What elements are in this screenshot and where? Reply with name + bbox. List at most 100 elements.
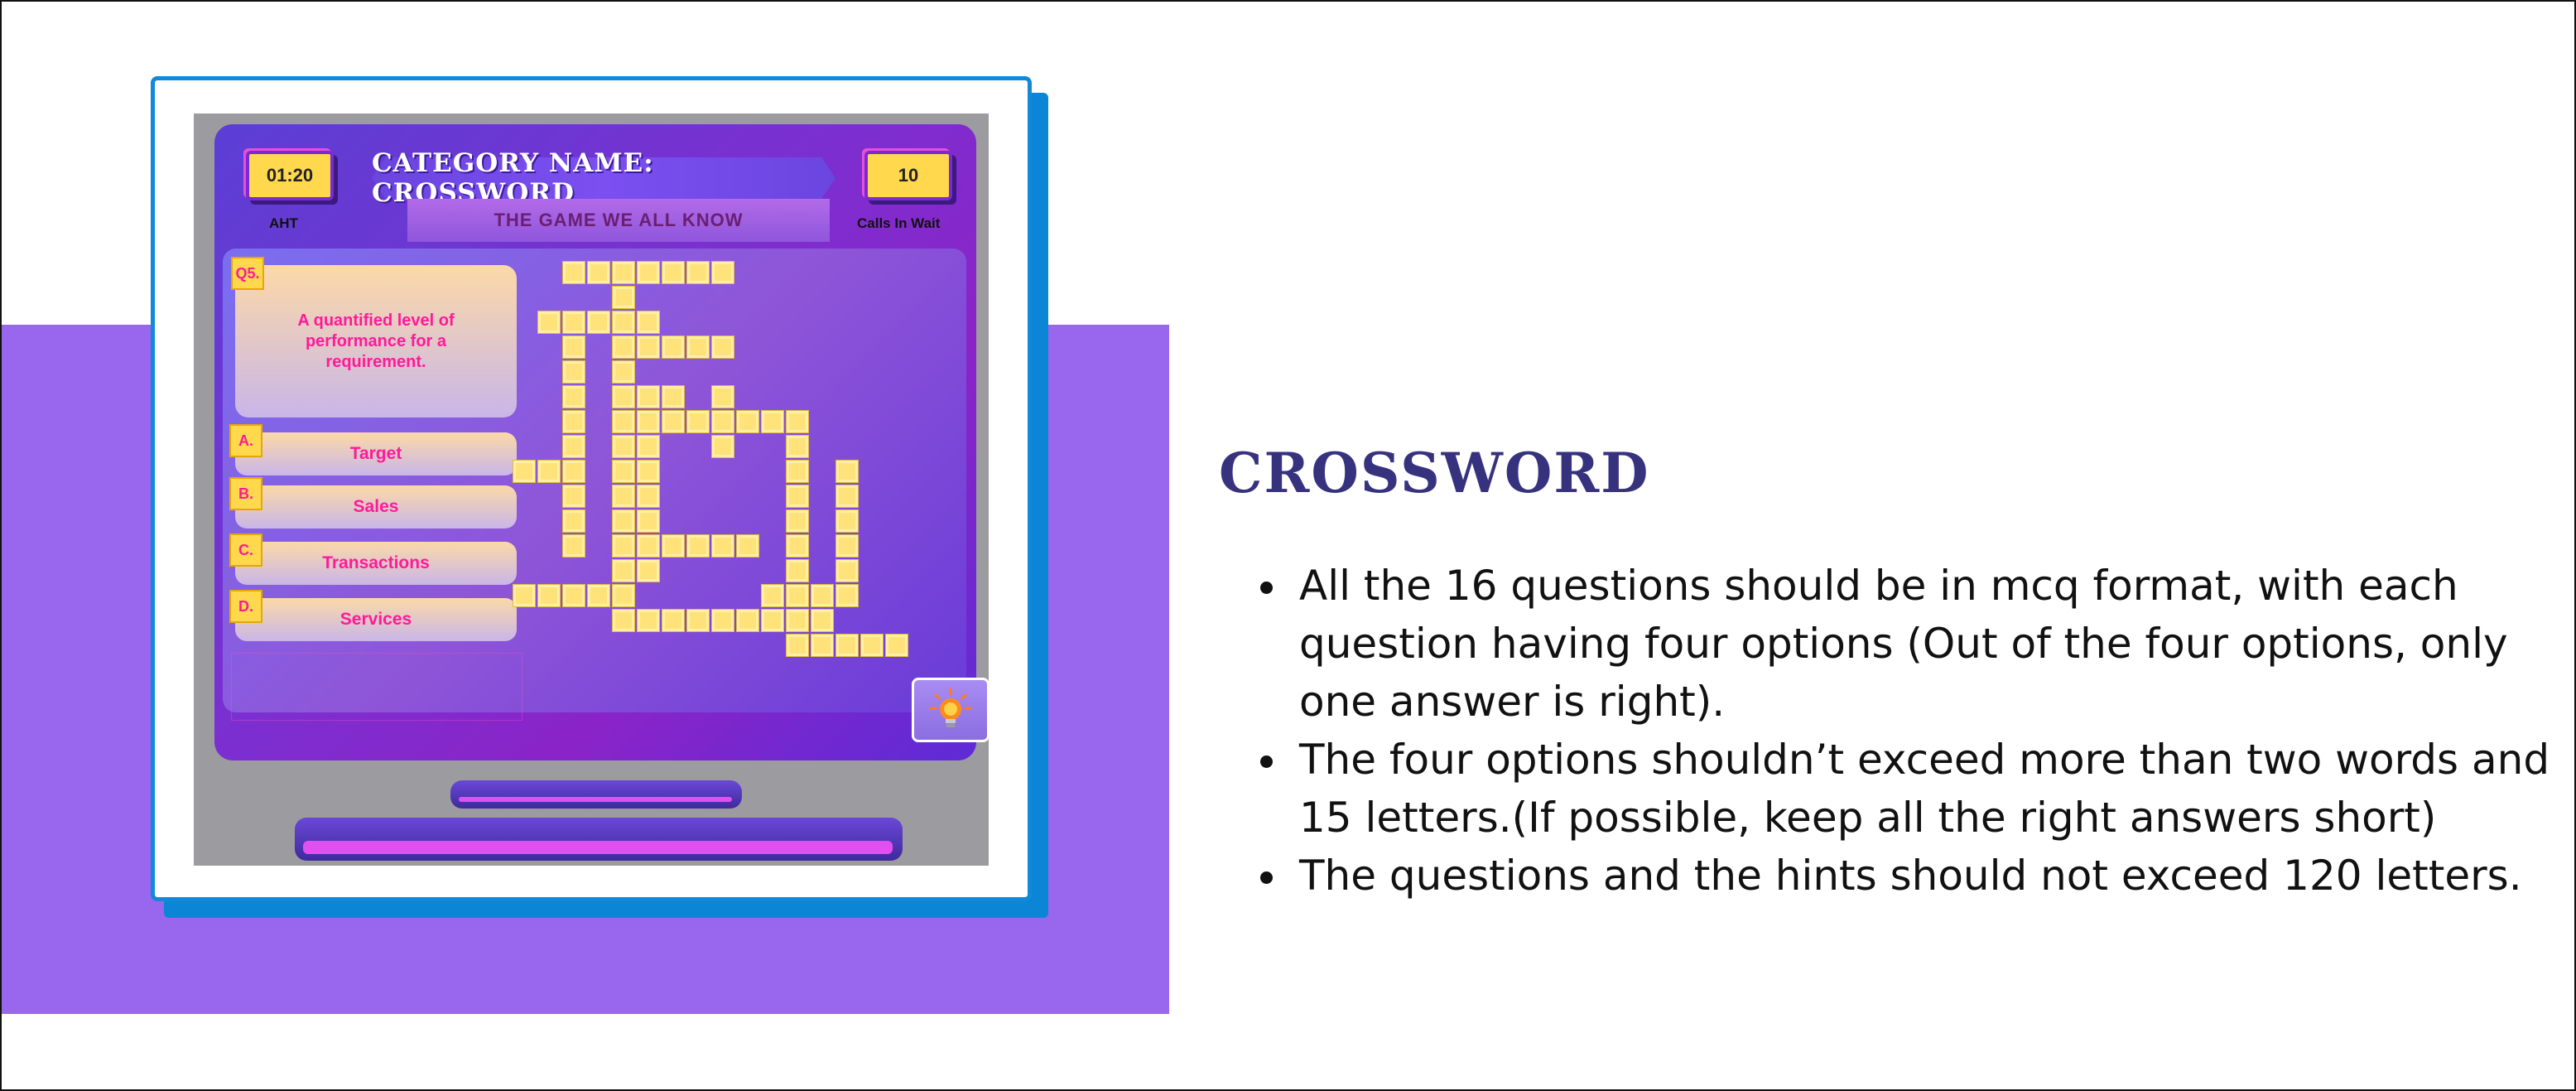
- crossword-cell[interactable]: [711, 336, 734, 359]
- crossword-cell[interactable]: [835, 584, 859, 607]
- crossword-cell[interactable]: [612, 559, 635, 582]
- crossword-cell[interactable]: [835, 534, 859, 558]
- crossword-cell[interactable]: [513, 460, 536, 483]
- crossword-cell[interactable]: [786, 559, 809, 582]
- crossword-cell[interactable]: [612, 460, 635, 483]
- crossword-cell[interactable]: [562, 311, 585, 334]
- crossword-cell[interactable]: [686, 534, 710, 558]
- crossword-cell[interactable]: [562, 261, 585, 284]
- crossword-cell[interactable]: [637, 336, 660, 359]
- crossword-cell[interactable]: [711, 385, 734, 408]
- crossword-cell[interactable]: [612, 435, 635, 458]
- crossword-cell[interactable]: [562, 460, 585, 483]
- crossword-cell[interactable]: [711, 435, 734, 458]
- crossword-cell[interactable]: [835, 460, 859, 483]
- hint-button[interactable]: [912, 678, 989, 742]
- crossword-cell[interactable]: [562, 385, 585, 408]
- crossword-cell[interactable]: [835, 634, 859, 657]
- crossword-cell[interactable]: [637, 410, 660, 433]
- crossword-cell[interactable]: [811, 634, 834, 657]
- crossword-cell[interactable]: [786, 509, 809, 533]
- crossword-cell[interactable]: [587, 311, 610, 334]
- crossword-cell[interactable]: [662, 534, 685, 558]
- crossword-cell[interactable]: [811, 609, 834, 632]
- crossword-cell[interactable]: [686, 336, 710, 359]
- crossword-cell[interactable]: [612, 609, 635, 632]
- crossword-cell[interactable]: [562, 534, 585, 558]
- crossword-cell[interactable]: [736, 410, 759, 433]
- crossword-cell[interactable]: [637, 485, 660, 508]
- crossword-cell[interactable]: [637, 609, 660, 632]
- crossword-cell[interactable]: [786, 460, 809, 483]
- crossword-cell[interactable]: [711, 534, 734, 558]
- section-heading: CROSSWORD: [1219, 441, 1650, 505]
- crossword-cell[interactable]: [637, 385, 660, 408]
- crossword-cell[interactable]: [612, 286, 635, 309]
- crossword-cell[interactable]: [662, 385, 685, 408]
- crossword-cell[interactable]: [612, 360, 635, 384]
- crossword-cell[interactable]: [686, 410, 710, 433]
- crossword-cell[interactable]: [736, 534, 759, 558]
- crossword-cell[interactable]: [885, 634, 908, 657]
- crossword-cell[interactable]: [562, 435, 585, 458]
- crossword-cell[interactable]: [835, 559, 859, 582]
- crossword-cell[interactable]: [562, 485, 585, 508]
- crossword-cell[interactable]: [786, 584, 809, 607]
- crossword-cell[interactable]: [612, 485, 635, 508]
- crossword-cell[interactable]: [761, 584, 784, 607]
- crossword-cell[interactable]: [786, 634, 809, 657]
- crossword-cell[interactable]: [637, 460, 660, 483]
- crossword-cell[interactable]: [662, 609, 685, 632]
- crossword-cell[interactable]: [686, 609, 710, 632]
- crossword-cell[interactable]: [786, 435, 809, 458]
- crossword-cell[interactable]: [662, 410, 685, 433]
- crossword-cell[interactable]: [835, 485, 859, 508]
- crossword-cell[interactable]: [537, 311, 561, 334]
- crossword-cell[interactable]: [637, 261, 660, 284]
- crossword-cell[interactable]: [786, 410, 809, 433]
- crossword-cell[interactable]: [562, 336, 585, 359]
- crossword-cell[interactable]: [537, 584, 561, 607]
- crossword-cell[interactable]: [612, 410, 635, 433]
- crossword-cell[interactable]: [612, 261, 635, 284]
- crossword-cell[interactable]: [612, 509, 635, 533]
- crossword-cell[interactable]: [761, 410, 784, 433]
- crossword-cell[interactable]: [637, 534, 660, 558]
- crossword-cell[interactable]: [835, 509, 859, 533]
- option-a-button[interactable]: Target: [235, 432, 517, 476]
- crossword-cell[interactable]: [761, 609, 784, 632]
- crossword-cell[interactable]: [612, 584, 635, 607]
- crossword-cell[interactable]: [637, 559, 660, 582]
- crossword-cell[interactable]: [860, 634, 884, 657]
- crossword-cell[interactable]: [786, 534, 809, 558]
- crossword-cell[interactable]: [562, 509, 585, 533]
- crossword-cell[interactable]: [786, 609, 809, 632]
- option-d-button[interactable]: Services: [235, 598, 517, 641]
- crossword-cell[interactable]: [562, 410, 585, 433]
- crossword-cell[interactable]: [786, 485, 809, 508]
- crossword-cell[interactable]: [637, 311, 660, 334]
- crossword-cell[interactable]: [612, 311, 635, 334]
- crossword-cell[interactable]: [587, 261, 610, 284]
- option-b-button[interactable]: Sales: [235, 485, 517, 529]
- crossword-cell[interactable]: [637, 509, 660, 533]
- crossword-cell[interactable]: [587, 584, 610, 607]
- crossword-cell[interactable]: [513, 584, 536, 607]
- crossword-cell[interactable]: [686, 261, 710, 284]
- crossword-cell[interactable]: [711, 609, 734, 632]
- crossword-cell[interactable]: [612, 534, 635, 558]
- crossword-cell[interactable]: [612, 336, 635, 359]
- crossword-cell[interactable]: [711, 410, 734, 433]
- crossword-cell[interactable]: [537, 460, 561, 483]
- crossword-cell[interactable]: [612, 385, 635, 408]
- crossword-cell[interactable]: [811, 584, 834, 607]
- crossword-cell[interactable]: [637, 435, 660, 458]
- crossword-cell[interactable]: [562, 360, 585, 384]
- crossword-cell[interactable]: [562, 584, 585, 607]
- device-frame: 01:20 AHT CATEGORY NAME: CROSSWORD THE G…: [151, 76, 1032, 901]
- crossword-cell[interactable]: [736, 609, 759, 632]
- crossword-cell[interactable]: [662, 261, 685, 284]
- crossword-cell[interactable]: [662, 336, 685, 359]
- crossword-cell[interactable]: [711, 261, 734, 284]
- option-c-button[interactable]: Transactions: [235, 542, 517, 585]
